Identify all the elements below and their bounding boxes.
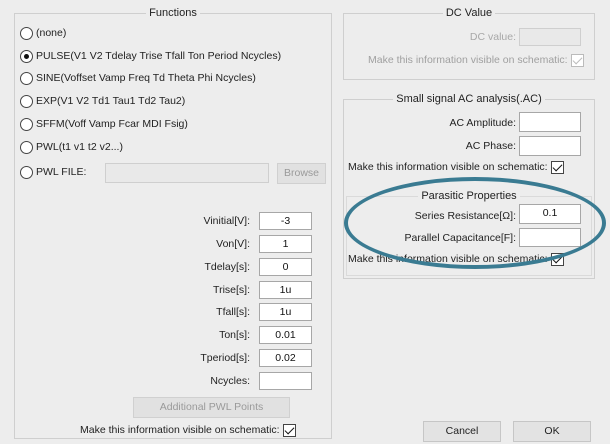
radio-sffm[interactable] (20, 117, 33, 131)
functions-visible-checkbox[interactable] (282, 423, 296, 437)
function-option-label: PWL(t1 v1 t2 v2...) (36, 141, 123, 153)
param-label-von: Von[V]: (216, 238, 250, 250)
param-label-ton: Ton[s]: (219, 329, 250, 341)
parasitic-visible-label: Make this information visible on schemat… (348, 253, 548, 265)
radio-sine[interactable] (20, 71, 33, 85)
dc-value-group-title: DC Value (442, 7, 496, 19)
function-option-label: SINE(Voffset Vamp Freq Td Theta Phi Ncyc… (36, 72, 256, 84)
function-option-label: SFFM(Voff Vamp Fcar MDI Fsig) (36, 118, 188, 130)
function-option-label: (none) (36, 27, 67, 39)
additional-pwl-points-button[interactable]: Additional PWL Points (133, 397, 290, 418)
dc-value-label: DC value: (469, 31, 516, 43)
function-option-pulse[interactable]: PULSE(V1 V2 Tdelay Trise Tfall Ton Perio… (20, 48, 281, 64)
param-input-tfall[interactable]: 1u (259, 303, 312, 321)
dc-visible-checkbox[interactable] (570, 53, 584, 67)
ac-phase-label: AC Phase: (465, 140, 516, 152)
function-option-pwl[interactable]: PWL(t1 v1 t2 v2...) (20, 139, 123, 155)
param-label-vinitial: Vinitial[V]: (203, 215, 251, 227)
functions-visible-on-schematic[interactable]: Make this information visible on schemat… (80, 422, 296, 438)
param-input-trise[interactable]: 1u (259, 281, 312, 299)
dc-value-group: DC Value (343, 7, 595, 80)
function-option-none[interactable]: (none) (20, 25, 66, 41)
parallel-capacitance-input[interactable] (519, 228, 581, 247)
series-resistance-label: Series Resistance[Ω]: (414, 210, 516, 222)
radio-none[interactable] (20, 26, 33, 40)
param-input-ncycles[interactable] (259, 372, 312, 390)
function-option-label: PWL FILE: (36, 166, 87, 178)
dc-value-input[interactable] (519, 28, 581, 46)
pwl-file-input[interactable] (105, 163, 269, 183)
cancel-button[interactable]: Cancel (423, 421, 501, 442)
dc-visible-label: Make this information visible on schemat… (368, 54, 568, 66)
radio-pulse[interactable] (20, 49, 33, 63)
param-label-trise: Trise[s]: (213, 284, 250, 296)
function-option-exp[interactable]: EXP(V1 V2 Td1 Tau1 Td2 Tau2) (20, 93, 185, 109)
function-option-label: PULSE(V1 V2 Tdelay Trise Tfall Ton Perio… (36, 50, 282, 62)
param-label-tfall: Tfall[s]: (216, 306, 250, 318)
dc-visible-on-schematic[interactable]: Make this information visible on schemat… (368, 52, 584, 68)
parasitic-visible-checkbox[interactable] (550, 252, 564, 266)
param-input-tdelay[interactable]: 0 (259, 258, 312, 276)
param-label-ncycles: Ncycles: (210, 375, 250, 387)
parallel-capacitance-label: Parallel Capacitance[F]: (404, 232, 516, 244)
functions-group-title: Functions (146, 7, 200, 19)
radio-pwl[interactable] (20, 140, 33, 154)
param-input-tperiod[interactable]: 0.02 (259, 349, 312, 367)
independent-voltage-source-dialog: Functions (none) PULSE(V1 V2 Tdelay Tris… (0, 0, 610, 444)
series-resistance-input[interactable]: 0.1 (519, 204, 581, 224)
param-label-tdelay: Tdelay[s]: (204, 261, 250, 273)
ac-analysis-group-title: Small signal AC analysis(.AC) (393, 93, 545, 105)
param-label-tperiod: Tperiod[s]: (200, 352, 250, 364)
param-input-ton[interactable]: 0.01 (259, 326, 312, 344)
ok-button[interactable]: OK (513, 421, 591, 442)
functions-visible-label: Make this information visible on schemat… (80, 424, 280, 436)
function-option-pwl-file[interactable]: PWL FILE: (20, 164, 86, 180)
ac-visible-label: Make this information visible on schemat… (348, 161, 548, 173)
ac-phase-input[interactable] (519, 136, 581, 156)
ac-amplitude-label: AC Amplitude: (449, 117, 516, 129)
function-option-label: EXP(V1 V2 Td1 Tau1 Td2 Tau2) (36, 95, 186, 107)
browse-button[interactable]: Browse (277, 163, 326, 184)
ac-amplitude-input[interactable] (519, 112, 581, 132)
param-input-von[interactable]: 1 (259, 235, 312, 253)
ac-visible-on-schematic[interactable]: Make this information visible on schemat… (348, 159, 564, 175)
parasitic-visible-on-schematic[interactable]: Make this information visible on schemat… (348, 251, 564, 267)
param-input-vinitial[interactable]: -3 (259, 212, 312, 230)
function-option-sffm[interactable]: SFFM(Voff Vamp Fcar MDI Fsig) (20, 116, 188, 132)
function-option-sine[interactable]: SINE(Voffset Vamp Freq Td Theta Phi Ncyc… (20, 70, 256, 86)
parasitic-properties-group-title: Parasitic Properties (418, 190, 520, 202)
ac-visible-checkbox[interactable] (550, 160, 564, 174)
radio-exp[interactable] (20, 94, 33, 108)
radio-pwl-file[interactable] (20, 165, 33, 179)
